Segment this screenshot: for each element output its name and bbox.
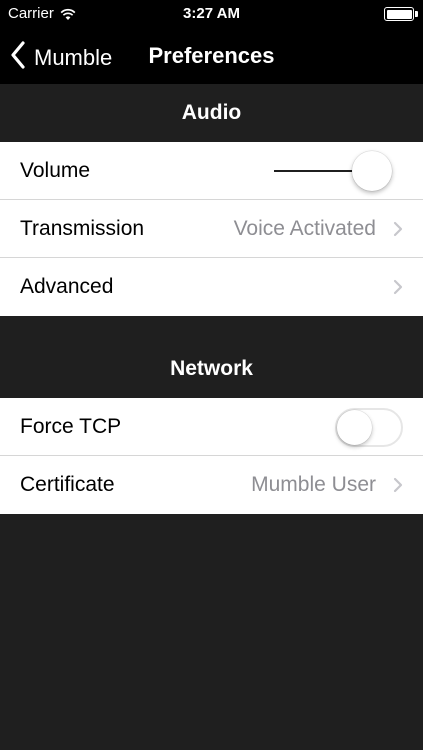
- force-tcp-toggle-knob: [337, 410, 372, 445]
- status-time: 3:27 AM: [183, 5, 240, 22]
- transmission-value: Voice Activated: [233, 217, 376, 240]
- volume-label: Volume: [20, 159, 91, 182]
- certificate-value: Mumble User: [251, 473, 376, 496]
- page-title: Preferences: [148, 43, 275, 68]
- force-tcp-label: Force TCP: [20, 415, 122, 438]
- section-header-audio: Audio: [0, 84, 423, 142]
- navigation-bar: Mumble Preferences: [0, 28, 423, 84]
- battery-icon: [384, 7, 414, 21]
- battery-fill: [386, 9, 412, 19]
- status-bar: Carrier 3:27 AM: [0, 0, 423, 28]
- transmission-row[interactable]: Transmission Voice Activated: [0, 200, 423, 258]
- chevron-right-icon: [393, 279, 403, 295]
- certificate-row[interactable]: Certificate Mumble User: [0, 456, 423, 514]
- transmission-label: Transmission: [20, 217, 145, 240]
- volume-row: Volume: [0, 142, 423, 200]
- advanced-row[interactable]: Advanced: [0, 258, 423, 316]
- force-tcp-toggle[interactable]: [335, 408, 403, 447]
- volume-slider[interactable]: [274, 150, 404, 192]
- certificate-label: Certificate: [20, 473, 115, 496]
- force-tcp-row: Force TCP: [0, 398, 423, 456]
- section-header-network: Network: [0, 316, 423, 398]
- volume-slider-thumb[interactable]: [352, 151, 393, 191]
- chevron-right-icon: [393, 221, 403, 237]
- battery-tip: [415, 11, 418, 17]
- advanced-label: Advanced: [20, 275, 114, 298]
- chevron-right-icon: [393, 477, 403, 493]
